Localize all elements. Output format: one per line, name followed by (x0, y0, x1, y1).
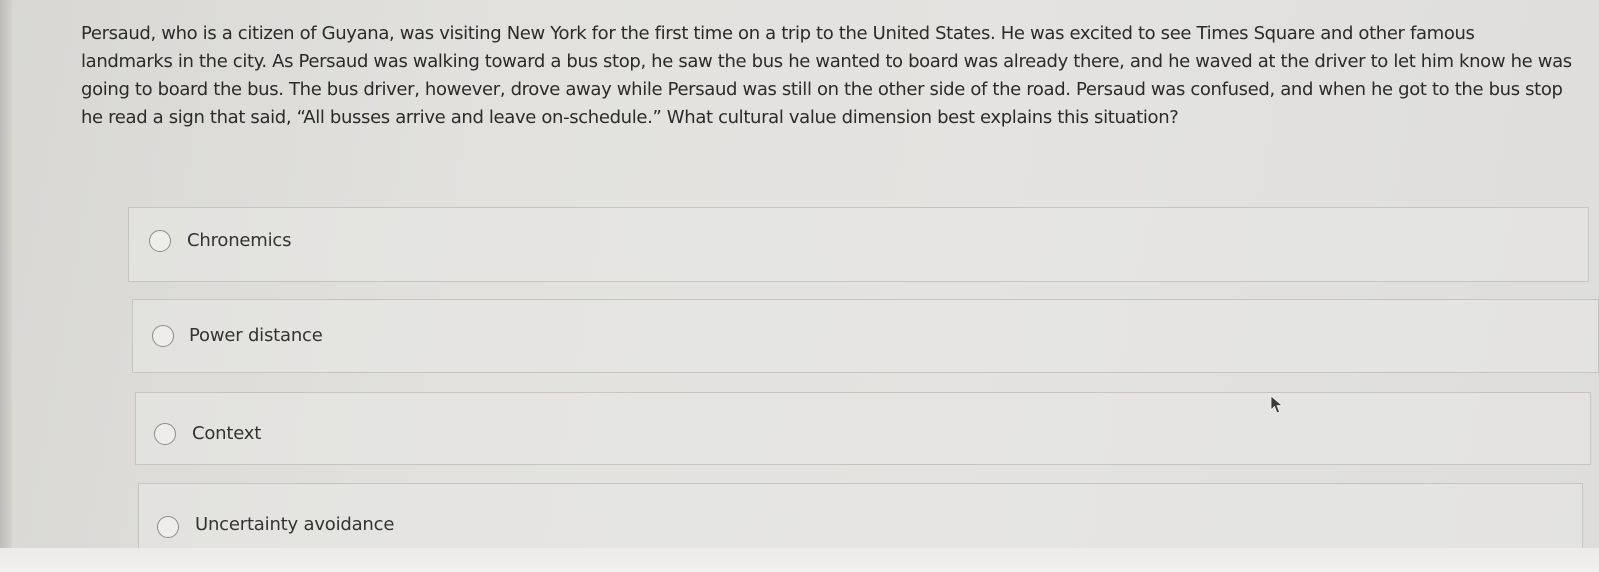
answer-label: Chronemics (187, 230, 292, 251)
answer-option-uncertainty-avoidance[interactable]: Uncertainty avoidance (138, 483, 1583, 558)
question-text: Persaud, who is a citizen of Guyana, was… (81, 20, 1581, 132)
radio-button[interactable] (152, 325, 174, 347)
question-line-2: landmarks in the city. As Persaud was wa… (81, 51, 1572, 72)
question-line-1: Persaud, who is a citizen of Guyana, was… (81, 23, 1475, 44)
screen-left-edge (0, 0, 12, 572)
answer-option-chronemics[interactable]: Chronemics (128, 207, 1589, 282)
answer-option-power-distance[interactable]: Power distance (132, 299, 1599, 373)
question-line-3: going to board the bus. The bus driver, … (81, 79, 1563, 100)
answer-label: Context (192, 423, 262, 444)
answer-option-context[interactable]: Context (135, 392, 1591, 465)
answer-label: Power distance (189, 325, 323, 346)
mouse-pointer-icon (1270, 395, 1284, 414)
answer-label: Uncertainty avoidance (195, 514, 395, 535)
radio-button[interactable] (157, 516, 179, 538)
radio-button[interactable] (149, 230, 171, 252)
radio-button[interactable] (154, 423, 176, 445)
screen-bottom-edge (0, 548, 1599, 572)
question-line-4: he read a sign that said, “All busses ar… (81, 107, 1179, 128)
